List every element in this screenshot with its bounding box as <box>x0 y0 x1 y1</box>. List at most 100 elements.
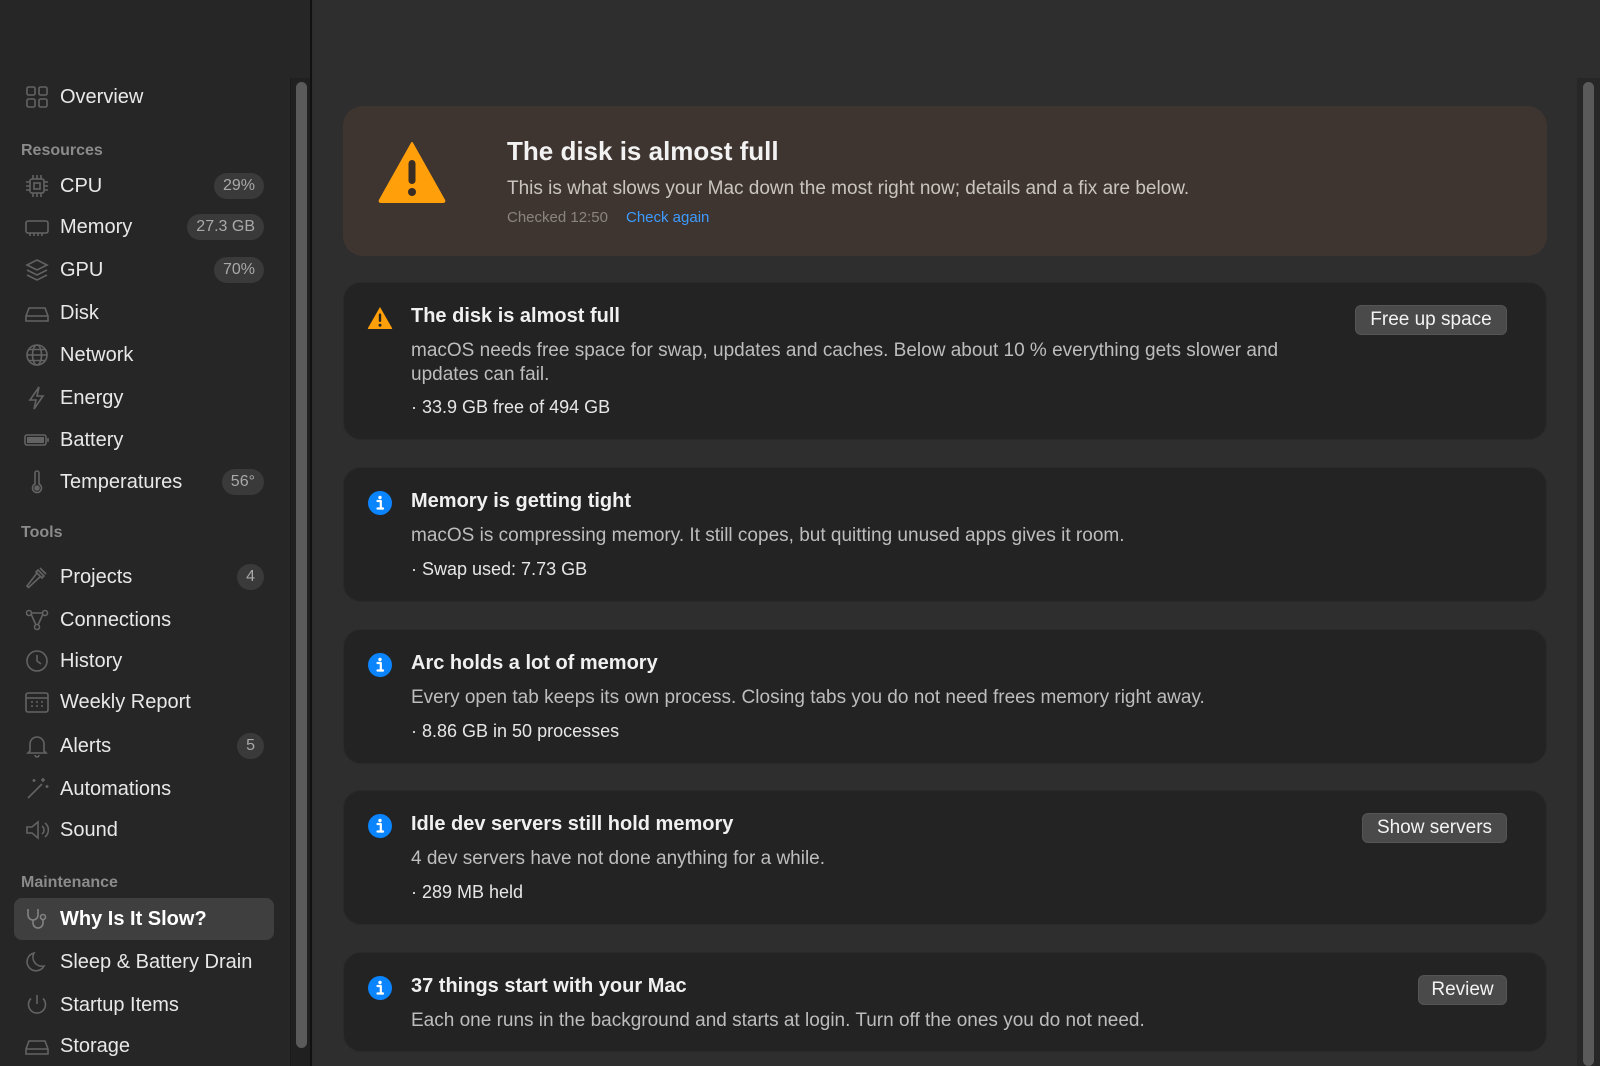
main-scrollbar[interactable] <box>1577 78 1600 1066</box>
issue-description: Each one runs in the background and star… <box>411 1010 1145 1031</box>
sidebar-item-label: Startup Items <box>60 993 179 1016</box>
battery-icon <box>24 427 50 453</box>
sidebar-item-label: GPU <box>60 258 104 281</box>
sidebar-item-temperatures[interactable]: Temperatures 56° <box>14 461 274 503</box>
issue-detail: · Swap used: 7.73 GB <box>411 559 588 579</box>
clock-icon <box>24 648 50 674</box>
sidebar-item-label: Alerts <box>60 734 112 757</box>
status-badge: 5 <box>237 733 264 759</box>
sidebar-item-label: Energy <box>60 386 124 409</box>
info-icon <box>368 653 392 677</box>
issue-card-arc-memory: Arc holds a lot of memory Every open tab… <box>343 629 1547 764</box>
free-up-space-button[interactable]: Free up space <box>1355 305 1507 335</box>
issue-description: 4 dev servers have not done anything for… <box>411 848 826 869</box>
sidebar-item-label: Projects <box>60 565 133 588</box>
sidebar-item-memory[interactable]: Memory 27.3 GB <box>14 206 274 248</box>
issue-title: Arc holds a lot of memory <box>411 652 658 674</box>
sidebar-item-gpu[interactable]: GPU 70% <box>14 249 274 291</box>
sidebar-item-label: History <box>60 649 123 672</box>
sidebar-list: Overview Resources CPU 29% Memory 27.3 G… <box>0 0 290 1066</box>
app-window: Overview Resources CPU 29% Memory 27.3 G… <box>0 0 1600 1066</box>
status-badge: 70% <box>213 257 264 283</box>
sidebar-item-energy[interactable]: Energy <box>14 377 274 419</box>
issue-detail: · 33.9 GB free of 494 GB <box>411 397 611 417</box>
show-servers-button[interactable]: Show servers <box>1362 813 1507 843</box>
sidebar-item-network[interactable]: Network <box>14 334 274 376</box>
sidebar-item-label: Temperatures <box>60 470 183 493</box>
status-badge: 56° <box>221 469 264 495</box>
layers-icon <box>24 257 50 283</box>
section-header-maintenance: Maintenance <box>21 874 118 891</box>
sidebar-scrollbar-thumb[interactable] <box>296 82 307 1048</box>
sidebar-item-label: Connections <box>60 608 172 631</box>
issue-title: Memory is getting tight <box>411 490 631 512</box>
sidebar-item-label: Sleep & Battery Drain <box>60 950 253 973</box>
summary-banner: The disk is almost full This is what slo… <box>343 106 1547 256</box>
issue-title: The disk is almost full <box>411 305 620 327</box>
warning-icon <box>378 142 446 203</box>
disk-icon <box>24 300 50 326</box>
sidebar-item-automations[interactable]: Automations <box>14 768 274 810</box>
thermometer-icon <box>24 469 50 495</box>
drive-icon <box>24 1033 50 1059</box>
sidebar-item-battery[interactable]: Battery <box>14 419 274 461</box>
sidebar-item-history[interactable]: History <box>14 640 274 682</box>
main-scrollbar-thumb[interactable] <box>1583 82 1594 1066</box>
last-checked-time: Checked 12:50 <box>507 209 608 226</box>
check-again-link[interactable]: Check again <box>626 209 709 226</box>
issue-detail: · 289 MB held <box>411 882 524 902</box>
sidebar-item-overview[interactable]: Overview <box>14 76 274 118</box>
sidebar-item-connections[interactable]: Connections <box>14 599 274 641</box>
sidebar-item-cpu[interactable]: CPU 29% <box>14 165 274 207</box>
info-icon <box>368 976 392 1000</box>
sidebar-item-label: Overview <box>60 85 144 108</box>
sidebar-item-label: Automations <box>60 777 172 800</box>
issue-card-memory-tight: Memory is getting tight macOS is compres… <box>343 467 1547 602</box>
sidebar-item-label: Why Is It Slow? <box>60 907 207 930</box>
issue-card-startup-items: 37 things start with your Mac Each one r… <box>343 952 1547 1052</box>
calendar-icon <box>24 689 50 715</box>
sidebar-item-disk[interactable]: Disk <box>14 292 274 334</box>
sidebar: Overview Resources CPU 29% Memory 27.3 G… <box>0 0 312 1066</box>
sidebar-item-label: Disk <box>60 301 99 324</box>
sidebar-item-label: Memory <box>60 215 133 238</box>
main-content: The disk is almost full This is what slo… <box>313 0 1600 1066</box>
issue-description: macOS needs free space for swap, updates… <box>411 340 1279 385</box>
section-header-resources: Resources <box>21 142 103 159</box>
sidebar-item-startup-items[interactable]: Startup Items <box>14 984 274 1026</box>
hammer-icon <box>24 564 50 590</box>
issue-title: 37 things start with your Mac <box>411 975 687 997</box>
issue-description: Every open tab keeps its own process. Cl… <box>411 687 1205 708</box>
status-badge: 27.3 GB <box>187 214 264 240</box>
summary-title: The disk is almost full <box>507 136 779 166</box>
sidebar-scrollbar[interactable] <box>290 78 310 1066</box>
power-icon <box>24 992 50 1018</box>
memory-icon <box>24 214 50 240</box>
issue-description: macOS is compressing memory. It still co… <box>411 525 1125 546</box>
sidebar-item-projects[interactable]: Projects 4 <box>14 556 274 598</box>
summary-subtitle: This is what slows your Mac down the mos… <box>507 178 1190 199</box>
moon-icon <box>24 949 50 975</box>
bolt-icon <box>24 385 50 411</box>
issue-card-disk-full: The disk is almost full macOS needs free… <box>343 282 1547 440</box>
sidebar-item-sleep-battery-drain[interactable]: Sleep & Battery Drain <box>14 941 274 983</box>
info-icon <box>368 814 392 838</box>
grid-icon <box>24 84 50 110</box>
sidebar-item-why-is-it-slow[interactable]: Why Is It Slow? <box>14 898 274 940</box>
section-header-tools: Tools <box>21 524 63 541</box>
sidebar-item-alerts[interactable]: Alerts 5 <box>14 725 274 767</box>
issue-card-idle-dev-servers: Idle dev servers still hold memory 4 dev… <box>343 790 1547 925</box>
review-button[interactable]: Review <box>1418 975 1507 1005</box>
sidebar-item-label: CPU <box>60 174 103 197</box>
chip-icon <box>24 173 50 199</box>
sidebar-item-storage[interactable]: Storage <box>14 1025 274 1066</box>
info-icon <box>368 491 392 515</box>
bell-icon <box>24 733 50 759</box>
speaker-icon <box>24 817 50 843</box>
issue-detail: · 8.86 GB in 50 processes <box>411 721 620 741</box>
sidebar-item-label: Weekly Report <box>60 690 191 713</box>
sidebar-item-weekly-report[interactable]: Weekly Report <box>14 681 274 723</box>
sidebar-item-sound[interactable]: Sound <box>14 809 274 851</box>
stethoscope-icon <box>24 906 50 932</box>
sidebar-item-label: Storage <box>60 1034 131 1057</box>
